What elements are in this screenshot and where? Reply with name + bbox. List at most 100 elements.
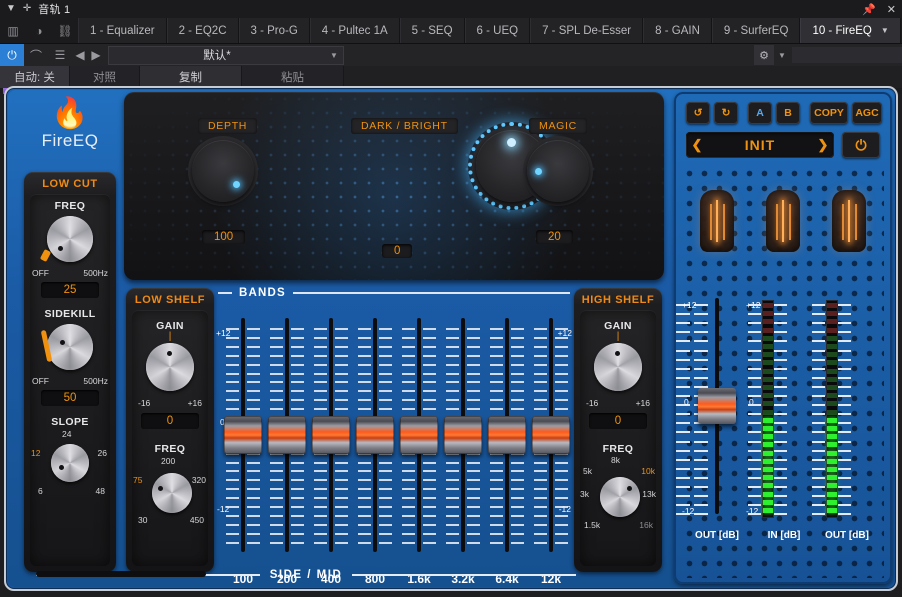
grid-icon[interactable]: ▥ (0, 18, 26, 43)
depth-value[interactable]: 100 (202, 230, 246, 244)
tick (270, 336, 283, 339)
lowshelf-gain-value[interactable]: 0 (141, 413, 199, 429)
slider-thumb[interactable] (224, 416, 262, 454)
slider-thumb[interactable] (698, 388, 736, 424)
bands-title: BANDS (239, 287, 286, 299)
preset-a-button[interactable]: A (748, 102, 772, 124)
band-slider-100[interactable] (224, 318, 262, 552)
slider-thumb[interactable] (312, 416, 350, 454)
add-icon[interactable]: ✛ (23, 4, 31, 14)
highshelf-gain-value[interactable]: 0 (589, 413, 647, 429)
tick (358, 541, 371, 544)
tick (467, 372, 480, 375)
lowcut-freq-value[interactable]: 25 (41, 282, 99, 298)
sidekill-knob[interactable] (47, 324, 93, 370)
slider-thumb[interactable] (488, 416, 526, 454)
plugin-power-button[interactable]: ⏻ (842, 132, 880, 158)
lowcut-freq-knob[interactable] (47, 216, 93, 262)
curve-icon[interactable]: ⌒ (24, 44, 48, 66)
slider-thumb[interactable] (356, 416, 394, 454)
tick (270, 470, 283, 473)
tab-4-pultec-1a[interactable]: 4 - Pultec 1A (309, 18, 400, 43)
redo-button[interactable]: ↻ (714, 102, 738, 124)
tick (748, 440, 761, 443)
band-slider-200[interactable] (268, 318, 306, 552)
side-mid-label[interactable]: SIDE / MID (270, 569, 343, 581)
tab-8-gain[interactable]: 8 - GAIN (643, 18, 712, 43)
tick (423, 363, 436, 366)
tick (838, 486, 851, 488)
tick (694, 476, 708, 479)
close-icon[interactable]: ✕ (887, 3, 896, 16)
tab-1-equalizer[interactable]: 1 - Equalizer (78, 18, 167, 43)
routing-icon[interactable]: ⛓ (52, 18, 78, 43)
preset-selector[interactable]: ❮ INIT ❯ (686, 132, 834, 158)
band-slider-3.2k[interactable] (444, 318, 482, 552)
highshelf-gain-knob[interactable] (594, 343, 642, 391)
lowshelf-gain-knob[interactable] (146, 343, 194, 391)
highshelf-freq-knob[interactable] (600, 477, 640, 517)
slider-thumb[interactable] (532, 416, 570, 454)
next-preset-button[interactable]: ▶ (88, 44, 104, 66)
chevron-down-icon[interactable]: ▼ (325, 51, 343, 60)
tick (838, 440, 851, 443)
gear-icon[interactable]: ⚙ (754, 45, 774, 65)
dark-bright-value[interactable]: 0 (382, 244, 413, 258)
tab-7-spl-de-esser[interactable]: 7 - SPL De-Esser (530, 18, 644, 43)
tick (446, 470, 459, 473)
tick (358, 488, 371, 491)
copy-preset-button[interactable]: COPY (810, 102, 848, 124)
copy-button[interactable]: 复制 (140, 66, 242, 88)
prev-preset-button[interactable]: ◀ (72, 44, 88, 66)
circle-icon[interactable]: ◑ (26, 18, 52, 43)
slider-thumb[interactable] (444, 416, 482, 454)
tick (838, 467, 851, 470)
slider-thumb[interactable] (268, 416, 306, 454)
tick (247, 506, 260, 508)
agc-button[interactable]: AGC (852, 102, 882, 124)
tab-10-fireeq[interactable]: 10 - FireEQ ▼ (800, 18, 901, 43)
band-slider-6.4k[interactable] (488, 318, 526, 552)
automation-mode-button[interactable]: 自动: 关 (0, 66, 70, 88)
lowshelf-gain-label: GAIN (156, 320, 184, 332)
undo-button[interactable]: ↺ (686, 102, 710, 124)
tick (335, 354, 348, 357)
sidekill-value[interactable]: 50 (41, 390, 99, 406)
tick (379, 523, 392, 526)
depth-knob[interactable] (192, 140, 254, 202)
magic-knob[interactable] (527, 140, 589, 202)
slider-thumb[interactable] (400, 416, 438, 454)
tab-3-pro-g[interactable]: 3 - Pro-G (238, 18, 310, 43)
compare-button[interactable]: 对照 (70, 66, 140, 88)
band-slider-400[interactable] (312, 318, 350, 552)
slope-knob[interactable] (51, 444, 89, 482)
tick (423, 506, 436, 508)
tick (379, 514, 392, 517)
lowshelf-freq-knob[interactable] (152, 473, 192, 513)
preset-list-icon[interactable]: ☰ (48, 44, 72, 66)
tick (358, 354, 371, 357)
magic-value[interactable]: 20 (536, 230, 573, 244)
tick (694, 431, 708, 434)
host-preset-field[interactable]: 默认* ▼ (108, 45, 344, 65)
window-menu-icon[interactable]: ▼ (6, 4, 16, 14)
band-slider-1.6k[interactable] (400, 318, 438, 552)
band-slider-800[interactable] (356, 318, 394, 552)
paste-button[interactable]: 粘贴 (242, 66, 344, 88)
gear-chevron-icon[interactable]: ▼ (774, 51, 790, 60)
tab-5-seq[interactable]: 5 - SEQ (399, 18, 465, 43)
tab-9-surfereq[interactable]: 9 - SurferEQ (711, 18, 801, 43)
tab-2-eq2c[interactable]: 2 - EQ2C (166, 18, 239, 43)
tick (511, 336, 524, 339)
preset-prev-button[interactable]: ❮ (686, 137, 708, 153)
tick (270, 461, 283, 464)
preset-next-button[interactable]: ❯ (812, 137, 834, 153)
tab-chevron-icon[interactable]: ▼ (881, 26, 889, 35)
tick (774, 367, 787, 370)
tab-6-ueq[interactable]: 6 - UEQ (464, 18, 531, 43)
pin-icon[interactable]: 📌 (862, 3, 876, 16)
high-shelf-title: HIGH SHELF (581, 294, 655, 306)
power-button[interactable]: ⏻ (0, 44, 24, 66)
preset-b-button[interactable]: B (776, 102, 800, 124)
band-slider-12k[interactable] (532, 318, 570, 552)
